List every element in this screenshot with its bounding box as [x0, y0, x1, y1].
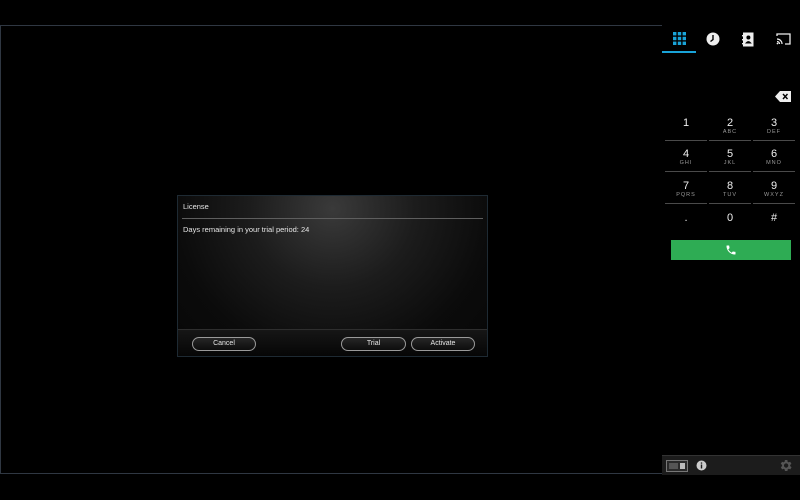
dialpad-icon: [672, 31, 686, 45]
dialpad-key-9[interactable]: 9 WXYZ: [753, 176, 795, 204]
dialpad-key-1[interactable]: 1: [665, 113, 707, 141]
cancel-button[interactable]: Cancel: [192, 337, 256, 351]
dialpad-key-dot[interactable]: .: [665, 208, 707, 236]
dialpad-key-hash[interactable]: #: [753, 208, 795, 236]
dialer-sidebar: 1 2 ABC 3 DEF 4 GHI 5 JKL 6 MNO 7 PQRS 8 TUV 9W…: [662, 25, 800, 455]
dialpad-key-7[interactable]: 7 PQRS: [665, 176, 707, 204]
tab-contacts[interactable]: [731, 25, 765, 53]
main-video-area: License Days remaining in your trial per…: [0, 25, 662, 474]
backspace-icon[interactable]: [775, 91, 791, 102]
contacts-icon: [741, 32, 753, 46]
gear-icon[interactable]: [778, 458, 793, 473]
cast-icon: [775, 33, 791, 45]
tab-history[interactable]: [696, 25, 730, 53]
dialpad-key-5[interactable]: 5 JKL: [709, 144, 751, 172]
info-icon[interactable]: [696, 460, 707, 471]
tab-dialpad[interactable]: [662, 25, 696, 53]
phone-icon: [726, 245, 736, 255]
dialpad-key-2[interactable]: 2 ABC: [709, 113, 751, 141]
activate-button[interactable]: Activate: [411, 337, 475, 351]
dialpad-key-0[interactable]: 0: [709, 208, 751, 236]
dialpad-key-8[interactable]: 8 TUV: [709, 176, 751, 204]
sidebar-tabs: [662, 25, 800, 54]
dialog-footer: Cancel Trial Activate: [178, 329, 487, 356]
tab-cast[interactable]: [766, 25, 800, 53]
dialpad-key-4[interactable]: 4 GHI: [665, 144, 707, 172]
history-clock-icon: [706, 32, 720, 46]
status-bar: [662, 455, 800, 475]
dialpad-key-3[interactable]: 3 DEF: [753, 113, 795, 141]
license-dialog: License Days remaining in your trial per…: [177, 195, 488, 357]
call-button[interactable]: [671, 240, 791, 260]
trial-button[interactable]: Trial: [341, 337, 406, 351]
video-preview-icon[interactable]: [666, 460, 688, 472]
trial-days-message: Days remaining in your trial period: 24: [183, 225, 310, 234]
dialog-title: License: [183, 202, 209, 211]
dialpad-key-6[interactable]: 6 MNO: [753, 144, 795, 172]
dialog-divider: [182, 218, 483, 219]
